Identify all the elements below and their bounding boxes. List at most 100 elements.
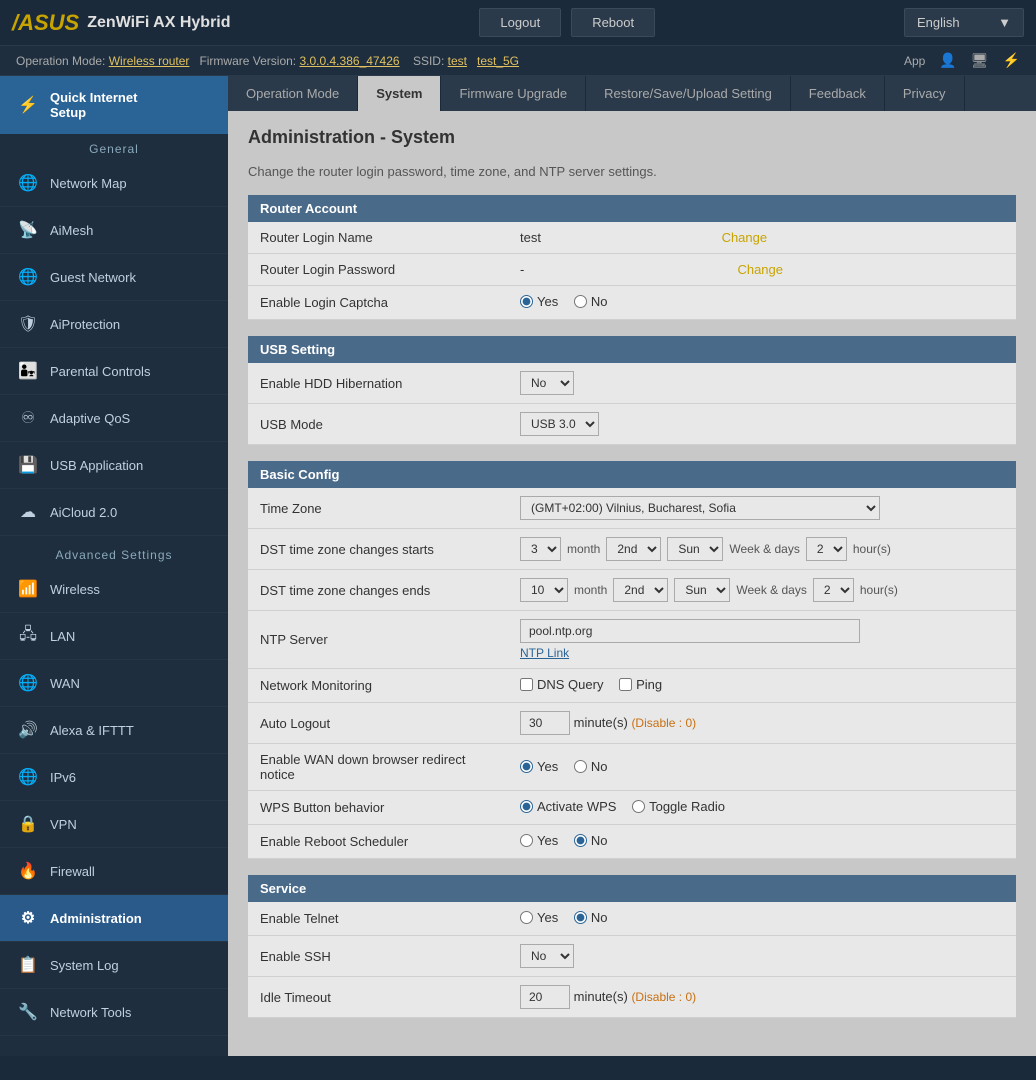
captcha-label: Enable Login Captcha <box>248 286 508 320</box>
telnet-no-radio[interactable] <box>574 911 587 924</box>
basic-config-section: Basic Config Time Zone (GMT+02:00) Vilni… <box>248 461 1016 859</box>
tab-firmware-upgrade[interactable]: Firmware Upgrade <box>441 76 586 111</box>
quick-internet-setup-button[interactable]: ⚡ Quick InternetSetup <box>0 76 228 134</box>
sidebar-item-vpn[interactable]: 🔒 VPN <box>0 801 228 848</box>
tab-feedback[interactable]: Feedback <box>791 76 885 111</box>
sidebar-item-aiprotection[interactable]: 🛡 AiProtection <box>0 301 228 348</box>
network-tools-icon: 🔧 <box>16 1000 40 1024</box>
sidebar-item-aimesh[interactable]: 📡 AiMesh <box>0 207 228 254</box>
wps-toggle-radio[interactable] <box>632 800 645 813</box>
wps-activate-radio[interactable] <box>520 800 533 813</box>
telnet-yes-label[interactable]: Yes <box>520 910 558 925</box>
table-row: Enable SSH No Yes <box>248 936 1016 977</box>
captcha-no-radio[interactable] <box>574 295 587 308</box>
dst-end-hour-select[interactable]: 2 <box>813 578 854 602</box>
sidebar-item-label: Network Tools <box>50 1005 131 1020</box>
reboot-button[interactable]: Reboot <box>571 8 655 37</box>
login-password-change-link[interactable]: Change <box>737 262 783 277</box>
wps-activate-label[interactable]: Activate WPS <box>520 799 616 814</box>
telnet-yes-radio[interactable] <box>520 911 533 924</box>
wan-redirect-no-radio[interactable] <box>574 760 587 773</box>
sidebar-item-aicloud[interactable]: ☁ AiCloud 2.0 <box>0 489 228 536</box>
ssh-select[interactable]: No Yes <box>520 944 574 968</box>
system-log-icon: 📋 <box>16 953 40 977</box>
ping-label[interactable]: Ping <box>619 677 662 692</box>
idle-timeout-input[interactable] <box>520 985 570 1009</box>
dst-end-week-select[interactable]: 2nd <box>613 578 668 602</box>
login-password-value: - <box>520 262 524 277</box>
reboot-no-label[interactable]: No <box>574 833 608 848</box>
telnet-no-text: No <box>591 910 608 925</box>
login-name-cell: test Change <box>508 222 1016 254</box>
basic-config-table: Time Zone (GMT+02:00) Vilnius, Bucharest… <box>248 488 1016 859</box>
reboot-yes-label[interactable]: Yes <box>520 833 558 848</box>
usb-mode-select[interactable]: USB 2.0 USB 3.0 <box>520 412 599 436</box>
sidebar-item-network-map[interactable]: 🌐 Network Map <box>0 160 228 207</box>
sidebar-item-label: AiProtection <box>50 317 120 332</box>
wan-redirect-cell: Yes No <box>508 744 1016 791</box>
dst-end-month-select[interactable]: 10 <box>520 578 568 602</box>
reboot-yes-radio[interactable] <box>520 834 533 847</box>
hdd-hibernation-select[interactable]: No Yes <box>520 371 574 395</box>
wan-redirect-yes-radio[interactable] <box>520 760 533 773</box>
ntp-server-input[interactable] <box>520 619 860 643</box>
logout-button[interactable]: Logout <box>479 8 561 37</box>
sidebar-item-system-log[interactable]: 📋 System Log <box>0 942 228 989</box>
tab-operation-mode[interactable]: Operation Mode <box>228 76 358 111</box>
sidebar-item-lan[interactable]: 🖧 LAN <box>0 613 228 660</box>
sidebar-item-usb-application[interactable]: 💾 USB Application <box>0 442 228 489</box>
tab-system[interactable]: System <box>358 76 441 111</box>
telnet-no-label[interactable]: No <box>574 910 608 925</box>
router-account-header: Router Account <box>248 195 1016 222</box>
dst-start-hour-select[interactable]: 2 <box>806 537 847 561</box>
ssid-2g[interactable]: test <box>448 54 467 68</box>
ssid-5g[interactable]: test_5G <box>477 54 519 68</box>
timezone-select[interactable]: (GMT+02:00) Vilnius, Bucharest, Sofia <box>520 496 880 520</box>
dst-start-week-select[interactable]: 2nd <box>606 537 661 561</box>
sidebar-item-alexa[interactable]: 🔊 Alexa & IFTTT <box>0 707 228 754</box>
sidebar-item-administration[interactable]: ⚙ Administration <box>0 895 228 942</box>
sidebar-item-parental-controls[interactable]: 👨‍👧 Parental Controls <box>0 348 228 395</box>
wan-redirect-no-label[interactable]: No <box>574 759 608 774</box>
dst-start-day-select[interactable]: Sun <box>667 537 723 561</box>
ping-checkbox[interactable] <box>619 678 632 691</box>
table-row: Enable HDD Hibernation No Yes <box>248 363 1016 404</box>
lan-icon: 🖧 <box>16 624 40 648</box>
table-row: USB Mode USB 2.0 USB 3.0 <box>248 404 1016 445</box>
captcha-yes-radio[interactable] <box>520 295 533 308</box>
captcha-no-label[interactable]: No <box>574 294 608 309</box>
sidebar-item-ipv6[interactable]: 🌐 IPv6 <box>0 754 228 801</box>
login-name-change-link[interactable]: Change <box>722 230 768 245</box>
dns-query-checkbox[interactable] <box>520 678 533 691</box>
sidebar-item-firewall[interactable]: 🔥 Firewall <box>0 848 228 895</box>
captcha-yes-label[interactable]: Yes <box>520 294 558 309</box>
tab-privacy[interactable]: Privacy <box>885 76 965 111</box>
reboot-no-radio[interactable] <box>574 834 587 847</box>
ntp-link[interactable]: NTP Link <box>520 646 1004 660</box>
auto-logout-input[interactable] <box>520 711 570 735</box>
language-selector[interactable]: English ▼ <box>904 8 1024 37</box>
usb-setting-header: USB Setting <box>248 336 1016 363</box>
wan-redirect-yes-label[interactable]: Yes <box>520 759 558 774</box>
dst-start-weekdays-label: Week & days <box>729 542 799 556</box>
page-description: Change the router login password, time z… <box>248 164 1016 179</box>
sidebar-item-adaptive-qos[interactable]: ♾ Adaptive QoS <box>0 395 228 442</box>
dst-start-month-select[interactable]: 3 <box>520 537 561 561</box>
dst-end-day-select[interactable]: Sun <box>674 578 730 602</box>
wps-toggle-label[interactable]: Toggle Radio <box>632 799 725 814</box>
operation-mode-value[interactable]: Wireless router <box>109 54 190 68</box>
ntp-server-cell: NTP Link <box>508 611 1016 669</box>
dns-query-label[interactable]: DNS Query <box>520 677 603 692</box>
sidebar-item-wireless[interactable]: 📶 Wireless <box>0 566 228 613</box>
firmware-value[interactable]: 3.0.0.4.386_47426 <box>299 54 399 68</box>
alexa-icon: 🔊 <box>16 718 40 742</box>
network-map-icon: 🌐 <box>16 171 40 195</box>
sidebar-item-network-tools[interactable]: 🔧 Network Tools <box>0 989 228 1036</box>
tab-restore-save[interactable]: Restore/Save/Upload Setting <box>586 76 791 111</box>
table-row: Auto Logout minute(s) (Disable : 0) <box>248 703 1016 744</box>
table-row: Router Login Name test Change <box>248 222 1016 254</box>
service-table: Enable Telnet Yes No <box>248 902 1016 1018</box>
login-password-label: Router Login Password <box>248 254 508 286</box>
sidebar-item-guest-network[interactable]: 🌐 Guest Network <box>0 254 228 301</box>
sidebar-item-wan[interactable]: 🌐 WAN <box>0 660 228 707</box>
